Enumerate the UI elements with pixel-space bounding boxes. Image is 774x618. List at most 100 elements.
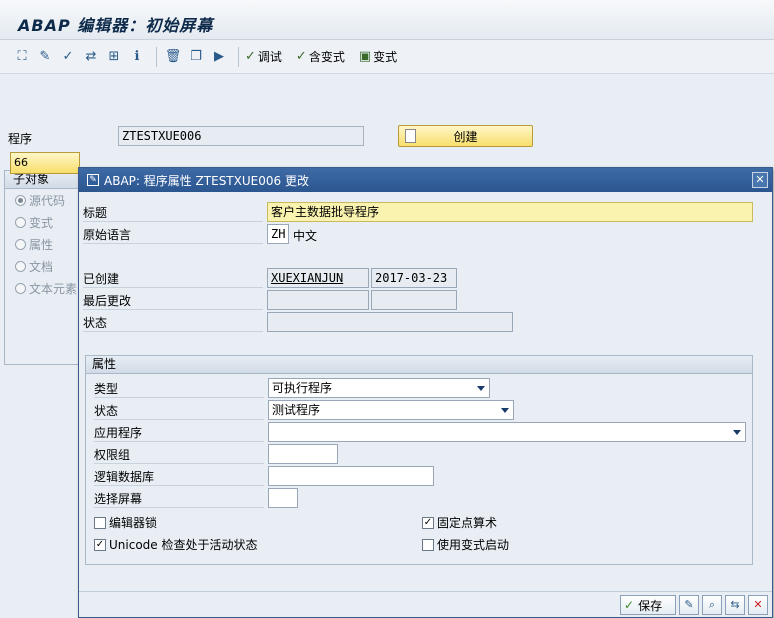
logical-db-label: 逻辑数据库: [94, 468, 264, 486]
checkmark-icon: ✓: [422, 516, 434, 529]
variant-label: 变式: [373, 50, 398, 64]
status-attr-label: 状态: [94, 402, 264, 420]
application-row: 应用程序: [86, 420, 746, 442]
authgroup-input[interactable]: [268, 444, 338, 464]
start-variant-label: 使用变式启动: [437, 538, 510, 552]
last-changed-row: 最后更改: [79, 288, 759, 310]
application-label: 应用程序: [94, 424, 264, 442]
dialog-footer: ✓ 保存 ✎ ⌕ ⇆ ✕: [79, 591, 772, 617]
debug-icon: ✓: [245, 49, 256, 64]
status-label: 状态: [83, 314, 263, 332]
attributes-header: 属性: [86, 356, 752, 374]
where-used-icon[interactable]: ⊞: [104, 47, 124, 67]
authgroup-row: 权限组: [86, 442, 746, 464]
debug-label: 调试: [257, 50, 282, 64]
title-label: 标题: [83, 204, 263, 222]
with-variant-label: 含变式: [308, 50, 345, 64]
last-changed-label: 最后更改: [83, 292, 263, 310]
subobject-variant[interactable]: 变式: [5, 211, 81, 233]
check-icon[interactable]: ✓: [58, 47, 78, 67]
radio-icon: [15, 194, 26, 206]
edit-icon[interactable]: ✎: [679, 595, 699, 615]
logical-db-input[interactable]: [268, 466, 434, 486]
transport-icon[interactable]: ⇆: [725, 595, 745, 615]
toolbar-separator: [238, 46, 239, 67]
toolbar-separator: [156, 46, 157, 67]
status-select[interactable]: 测试程序: [268, 400, 514, 420]
logical-db-row: 逻辑数据库: [86, 464, 746, 486]
orig-lang-name: 中文: [293, 229, 318, 243]
subobjects-group: 子对象 源代码 变式 属性 文档 文本元素: [4, 170, 82, 365]
orig-lang-input[interactable]: ZH: [267, 224, 289, 244]
create-button[interactable]: 创建: [398, 125, 533, 147]
save-label: 保存: [638, 598, 663, 613]
created-by: XUEXIANJUN: [267, 268, 369, 288]
title-row: 标题 客户主数据批导程序: [79, 200, 759, 222]
debug-button[interactable]: ✓ 调试: [245, 48, 282, 65]
display-button[interactable]: 66: [10, 152, 80, 174]
created-date: 2017-03-23: [371, 268, 457, 288]
checkmark-icon: ✓: [94, 538, 106, 551]
document-icon: [405, 129, 416, 143]
authgroup-label: 权限组: [94, 446, 264, 464]
last-changed-date: [371, 290, 457, 310]
type-select[interactable]: 可执行程序: [268, 378, 490, 398]
title-bar: ABAP 编辑器：初始屏幕: [0, 0, 774, 40]
application-toolbar: ⛶ ✎ ✓ ⇄ ⊞ ℹ 🗑 ❐ ▶ ✓ 调试 ✓ 含变式 ▣ 变式: [0, 40, 774, 74]
application-select[interactable]: [268, 422, 746, 442]
checkbox-box: [422, 538, 434, 551]
chevron-down-icon: [733, 430, 741, 435]
other-object-icon[interactable]: ⛶: [12, 47, 32, 67]
dialog-titlebar: ✎ ABAP: 程序属性 ZTESTXUE006 更改: [79, 168, 772, 192]
delete-icon[interactable]: 🗑: [163, 47, 183, 67]
save-button[interactable]: ✓ 保存: [620, 595, 676, 615]
type-row: 类型 可执行程序: [86, 376, 746, 398]
edit-icon: ✎: [87, 174, 99, 186]
radio-icon: [15, 282, 26, 294]
variant-button[interactable]: ▣ 变式: [359, 48, 397, 65]
last-changed-by: [267, 290, 369, 310]
subobject-attributes[interactable]: 属性: [5, 233, 81, 255]
status-field: [267, 312, 513, 332]
radio-icon: [15, 238, 26, 250]
fixed-point-label: 固定点算术: [437, 516, 498, 530]
close-icon[interactable]: ✕: [752, 172, 768, 188]
info-icon[interactable]: ℹ: [127, 47, 147, 67]
title-input[interactable]: 客户主数据批导程序: [267, 202, 753, 222]
selection-screen-label: 选择屏幕: [94, 490, 264, 508]
create-label: 创建: [453, 129, 478, 144]
window-title: ABAP 编辑器：初始屏幕: [18, 16, 214, 35]
editor-lock-checkbox[interactable]: 编辑器锁: [94, 514, 157, 531]
subobject-source[interactable]: 源代码: [5, 189, 81, 211]
activate-icon[interactable]: ⇄: [81, 47, 101, 67]
cancel-icon[interactable]: ✕: [748, 595, 768, 615]
run-variant-icon: ✓: [295, 49, 307, 64]
subobject-docs[interactable]: 文档: [5, 255, 81, 277]
fixed-point-checkbox[interactable]: ✓ 固定点算术: [422, 514, 497, 531]
selection-screen-input[interactable]: [268, 488, 298, 508]
editor-lock-label: 编辑器锁: [109, 516, 158, 530]
status-attr-row: 状态 测试程序: [86, 398, 746, 420]
radio-icon: [15, 260, 26, 272]
chevron-down-icon: [501, 408, 509, 413]
orig-lang-label: 原始语言: [83, 226, 263, 244]
created-row: 已创建 XUEXIANJUN 2017-03-23: [79, 266, 759, 288]
search-icon[interactable]: ⌕: [702, 595, 722, 615]
pencil-icon[interactable]: ✎: [35, 47, 55, 67]
start-variant-checkbox[interactable]: 使用变式启动: [422, 536, 509, 553]
subobject-text[interactable]: 文本元素: [5, 277, 81, 299]
radio-icon: [15, 216, 26, 228]
program-input[interactable]: ZTESTXUE006: [118, 126, 364, 146]
type-label: 类型: [94, 380, 264, 398]
with-variant-button[interactable]: ✓ 含变式: [296, 48, 345, 65]
copy-icon[interactable]: ❐: [186, 47, 206, 67]
execute-icon[interactable]: ▶: [209, 47, 229, 67]
dialog-title: ABAP: 程序属性 ZTESTXUE006 更改: [104, 173, 309, 188]
unicode-checkbox[interactable]: ✓ Unicode 检查处于活动状态: [94, 536, 257, 553]
program-label: 程序: [8, 132, 33, 146]
chevron-down-icon: [477, 386, 485, 391]
type-value: 可执行程序: [272, 381, 333, 395]
checkmark-icon: ✓: [624, 598, 635, 612]
attributes-group: 属性 类型 可执行程序 状态 测试程序 应用程序 权限组 逻辑数据库 选择屏幕 …: [85, 355, 753, 565]
variant-icon: ▣: [358, 49, 372, 64]
